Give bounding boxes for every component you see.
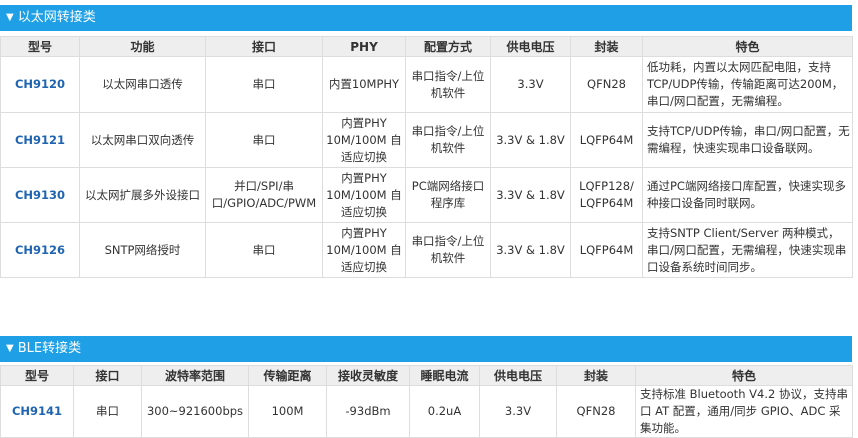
feature-cell: 支持TCP/UDP传输，串口/网口配置，无需编程，快速实现串口设备联网。 <box>642 112 853 168</box>
triangle-down-icon[interactable]: ▼ <box>6 336 14 362</box>
package-cell: QFN28 <box>570 56 643 113</box>
table-row: CH9130 以太网扩展多外设接口 并口/SPI/串口/GPIO/ADC/PWM… <box>0 167 853 223</box>
interface-cell: 串口 <box>205 112 323 168</box>
config-cell: 串口指令/上位机软件 <box>405 112 491 168</box>
config-cell: 串口指令/上位机软件 <box>405 222 491 278</box>
col-header-function: 功能 <box>79 36 206 57</box>
feature-cell: 低功耗，内置以太网匹配电阻，支持TCP/UDP传输，传输距离可达200M，串口/… <box>642 56 853 113</box>
interface-cell: 串口 <box>73 385 142 438</box>
baud-cell: 300~921600bps <box>141 385 249 438</box>
col-header-sleep-current: 睡眠电流 <box>409 365 480 386</box>
model-cell[interactable]: CH9141 <box>0 385 74 438</box>
ethernet-section: ▼ 以太网转接类 型号 功能 接口 PHY 配置方式 供电电压 封装 特色 CH9… <box>0 5 853 278</box>
col-header-model: 型号 <box>0 365 74 386</box>
ble-section-title: BLE转接类 <box>17 341 82 356</box>
function-cell: 以太网扩展多外设接口 <box>79 167 206 223</box>
model-cell[interactable]: CH9130 <box>0 167 80 223</box>
package-cell: LQFP64M <box>570 222 643 278</box>
interface-cell: 并口/SPI/串口/GPIO/ADC/PWM <box>205 167 323 223</box>
col-header-package: 封装 <box>556 365 636 386</box>
table-row: CH9121 以太网串口双向透传 串口 内置PHY 10M/100M 自适应切换… <box>0 112 853 168</box>
voltage-cell: 3.3V <box>479 385 557 438</box>
feature-cell: 支持SNTP Client/Server 两种模式，串口/网口配置，无需编程，快… <box>642 222 853 278</box>
function-cell: 以太网串口双向透传 <box>79 112 206 168</box>
col-header-phy: PHY <box>322 36 406 57</box>
col-header-voltage: 供电电压 <box>490 36 571 57</box>
voltage-cell: 3.3V & 1.8V <box>490 167 571 223</box>
config-cell: 串口指令/上位机软件 <box>405 56 491 113</box>
ethernet-section-title: 以太网转接类 <box>17 10 96 25</box>
ethernet-product-table: 型号 功能 接口 PHY 配置方式 供电电压 封装 特色 CH9120 以太网串… <box>0 36 853 278</box>
phy-cell: 内置PHY 10M/100M 自适应切换 <box>322 167 406 223</box>
col-header-package: 封装 <box>570 36 643 57</box>
sensitivity-cell: -93dBm <box>326 385 410 438</box>
col-header-feature: 特色 <box>642 36 853 57</box>
col-header-sensitivity: 接收灵敏度 <box>326 365 410 386</box>
phy-cell: 内置PHY 10M/100M 自适应切换 <box>322 112 406 168</box>
voltage-cell: 3.3V & 1.8V <box>490 112 571 168</box>
interface-cell: 串口 <box>205 222 323 278</box>
phy-cell: 内置PHY 10M/100M 自适应切换 <box>322 222 406 278</box>
table-header-row: 型号 功能 接口 PHY 配置方式 供电电压 封装 特色 <box>0 36 853 57</box>
interface-cell: 串口 <box>205 56 323 113</box>
sleep-current-cell: 0.2uA <box>409 385 480 438</box>
package-cell: LQFP128/ LQFP64M <box>570 167 643 223</box>
col-header-feature: 特色 <box>635 365 853 386</box>
model-cell[interactable]: CH9126 <box>0 222 80 278</box>
col-header-voltage: 供电电压 <box>479 365 557 386</box>
model-cell[interactable]: CH9121 <box>0 112 80 168</box>
function-cell: SNTP网络授时 <box>79 222 206 278</box>
function-cell: 以太网串口透传 <box>79 56 206 113</box>
config-cell: PC端网络接口程序库 <box>405 167 491 223</box>
voltage-cell: 3.3V & 1.8V <box>490 222 571 278</box>
table-row: CH9141 串口 300~921600bps 100M -93dBm 0.2u… <box>0 385 853 438</box>
package-cell: QFN28 <box>556 385 636 438</box>
feature-cell: 支持标准 Bluetooth V4.2 协议，支持串口 AT 配置，通用/同步 … <box>635 385 853 438</box>
col-header-interface: 接口 <box>205 36 323 57</box>
table-header-row: 型号 接口 波特率范围 传输距离 接收灵敏度 睡眠电流 供电电压 封装 特色 <box>0 365 853 386</box>
ble-product-table: 型号 接口 波特率范围 传输距离 接收灵敏度 睡眠电流 供电电压 封装 特色 C… <box>0 365 853 438</box>
ble-section: ▼ BLE转接类 型号 接口 波特率范围 传输距离 接收灵敏度 睡眠电流 供电电压… <box>0 336 853 438</box>
ethernet-section-header[interactable]: ▼ 以太网转接类 <box>0 5 852 31</box>
feature-cell: 通过PC端网络接口库配置，快速实现多种接口设备同时联网。 <box>642 167 853 223</box>
ble-section-header[interactable]: ▼ BLE转接类 <box>0 336 852 362</box>
col-header-config: 配置方式 <box>405 36 491 57</box>
model-cell[interactable]: CH9120 <box>0 56 80 113</box>
col-header-baud: 波特率范围 <box>141 365 249 386</box>
col-header-distance: 传输距离 <box>248 365 327 386</box>
table-row: CH9120 以太网串口透传 串口 内置10MPHY 串口指令/上位机软件 3.… <box>0 56 853 113</box>
table-row: CH9126 SNTP网络授时 串口 内置PHY 10M/100M 自适应切换 … <box>0 222 853 278</box>
col-header-interface: 接口 <box>73 365 142 386</box>
triangle-down-icon[interactable]: ▼ <box>6 5 14 31</box>
col-header-model: 型号 <box>0 36 80 57</box>
voltage-cell: 3.3V <box>490 56 571 113</box>
distance-cell: 100M <box>248 385 327 438</box>
phy-cell: 内置10MPHY <box>322 56 406 113</box>
package-cell: LQFP64M <box>570 112 643 168</box>
